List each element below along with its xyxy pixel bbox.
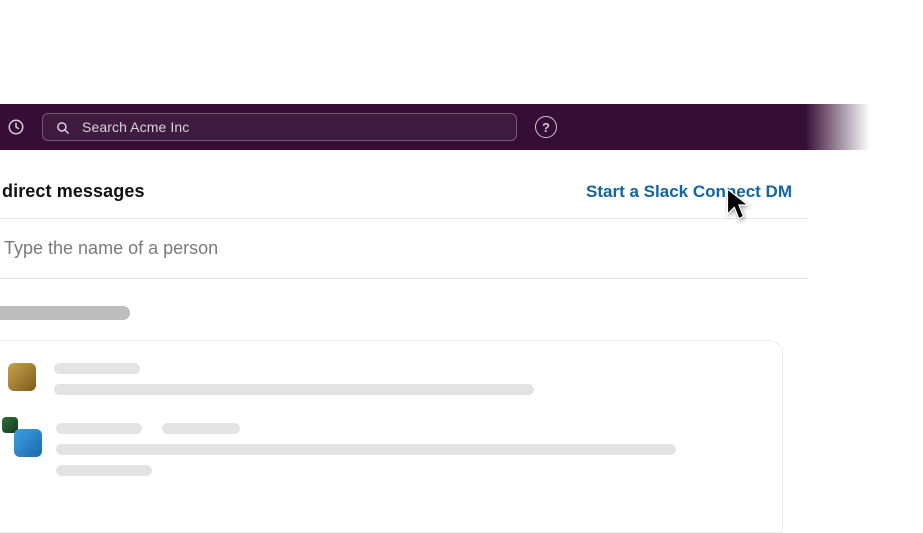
avatar-icon <box>8 363 36 391</box>
page-title: direct messages <box>2 181 145 202</box>
help-symbol: ? <box>542 120 550 135</box>
page-header: direct messages Start a Slack Connect DM <box>0 165 808 219</box>
search-placeholder-text: Search Acme Inc <box>82 119 189 135</box>
help-icon[interactable]: ? <box>535 116 557 138</box>
history-icon[interactable] <box>2 113 30 141</box>
message-skeleton <box>56 465 152 476</box>
search-icon <box>55 120 70 135</box>
avatar-icon <box>14 429 42 457</box>
meta-skeleton <box>162 423 240 434</box>
conversation-preview <box>54 363 756 395</box>
message-skeleton <box>56 444 676 455</box>
message-skeleton <box>54 384 534 395</box>
conversation-avatar-group <box>8 423 42 457</box>
conversation-row[interactable] <box>8 363 756 395</box>
section-label-skeleton <box>0 306 130 320</box>
right-gradient-overlay <box>805 104 923 533</box>
conversation-avatar <box>8 363 40 395</box>
global-search[interactable]: Search Acme Inc <box>42 113 517 141</box>
name-skeleton <box>54 363 140 374</box>
recipient-row <box>0 219 808 279</box>
conversation-row[interactable] <box>8 423 756 476</box>
name-skeleton <box>56 423 142 434</box>
user-avatar[interactable] <box>873 112 903 142</box>
app-topbar: Search Acme Inc ? <box>0 104 923 150</box>
conversation-preview <box>56 423 756 476</box>
start-slack-connect-dm-link[interactable]: Start a Slack Connect DM <box>586 182 792 202</box>
recipient-input[interactable] <box>4 238 804 259</box>
recent-conversations-card <box>0 340 783 533</box>
